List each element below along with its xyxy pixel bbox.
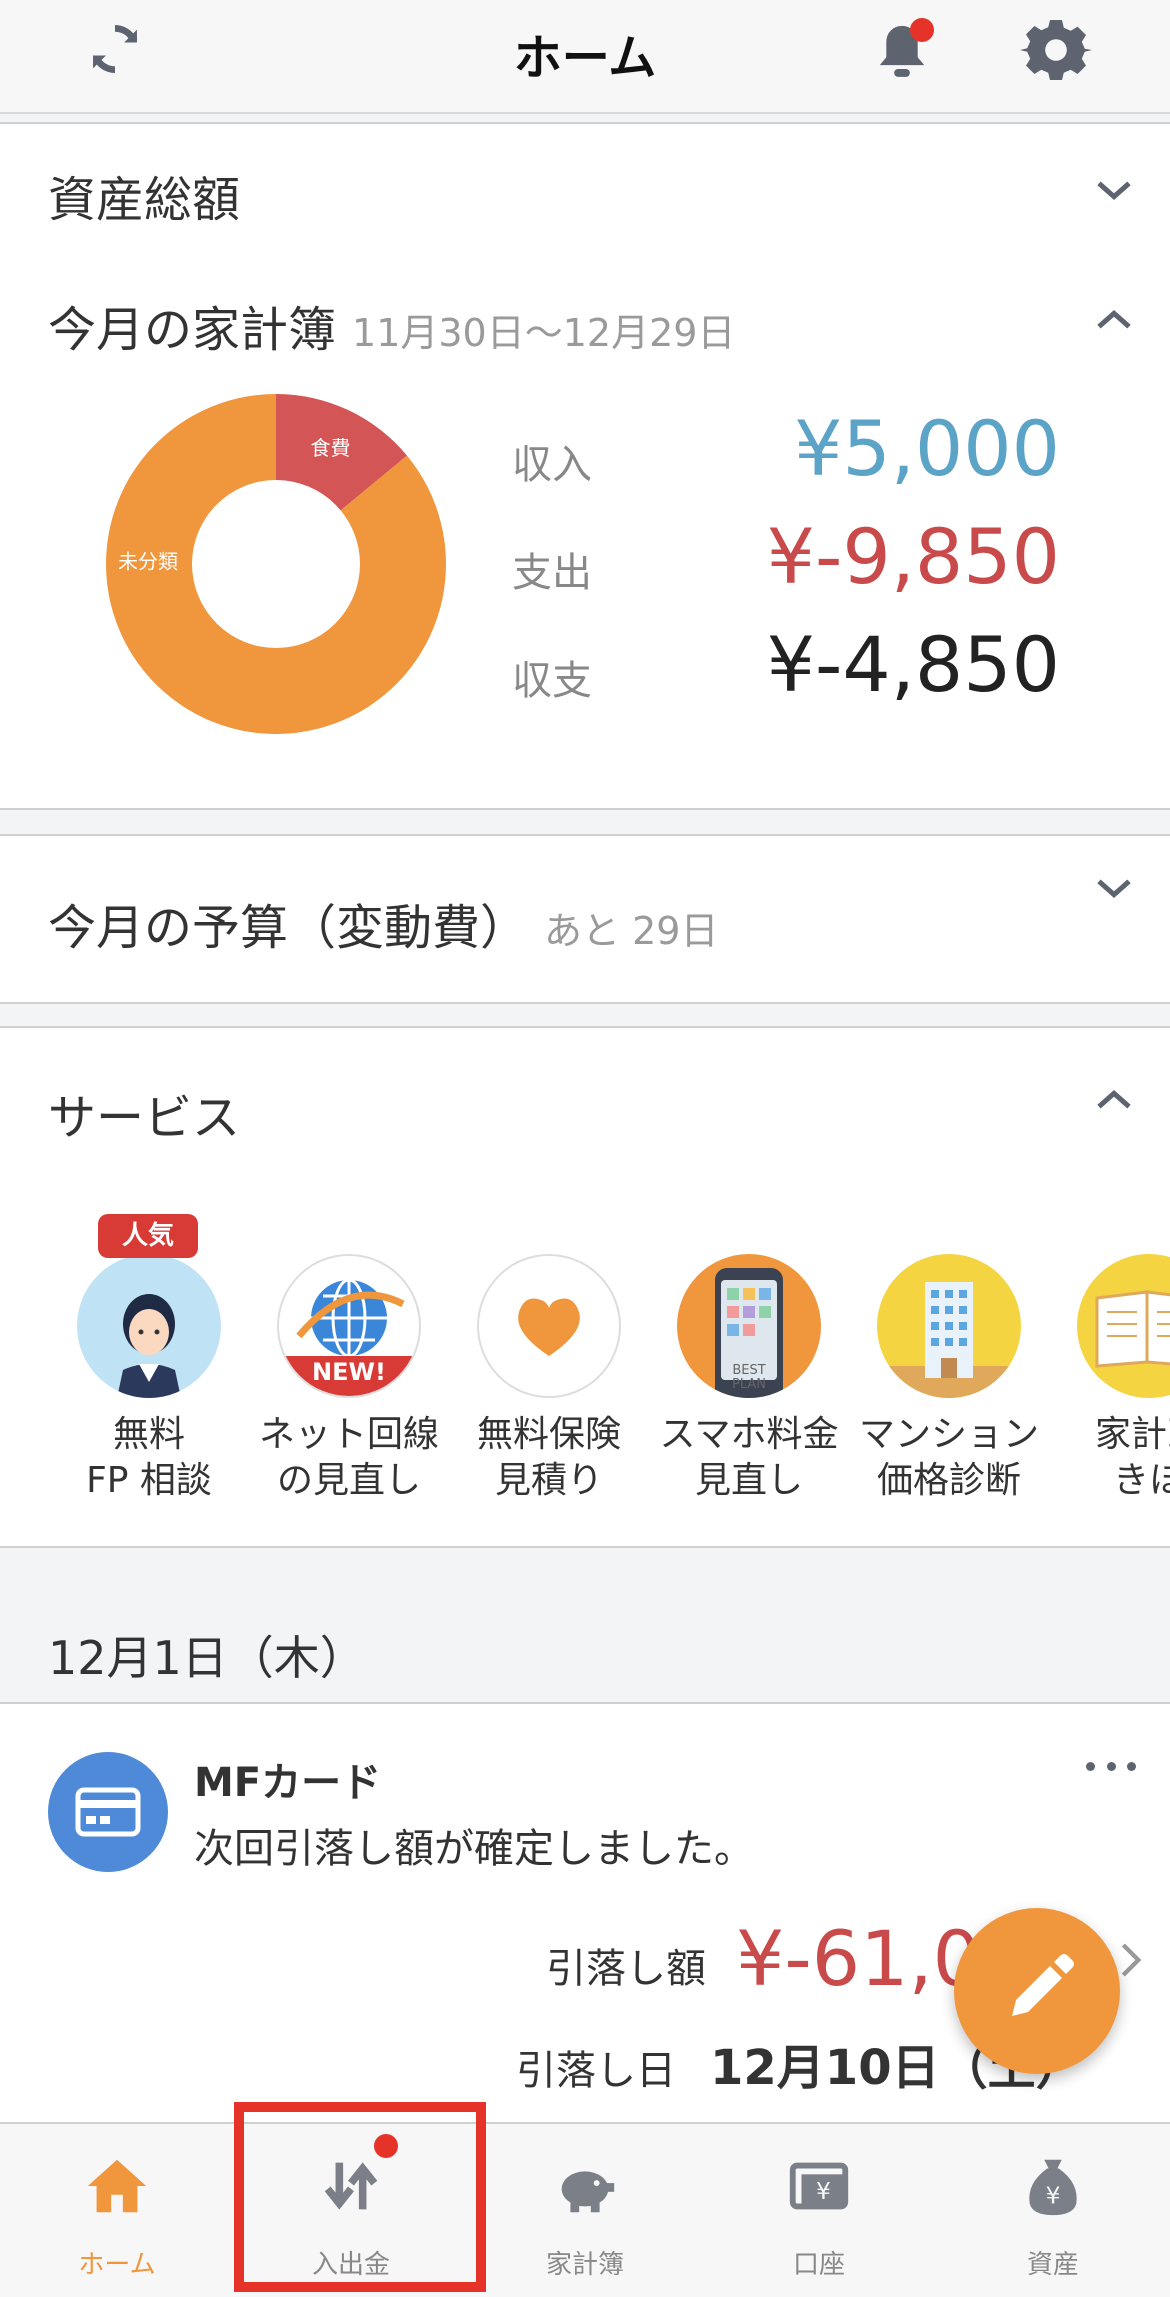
total-assets-title: 資産総額 — [48, 172, 241, 228]
donut-label-uncategorized: 未分類 — [118, 550, 178, 574]
book-icon — [1077, 1254, 1170, 1398]
income-value: ¥5,000 — [794, 404, 1060, 493]
popular-badge: 人気 — [98, 1214, 198, 1258]
page-title: ホーム — [513, 30, 657, 86]
tab-label: ホーム — [78, 2250, 156, 2280]
service-label-line1: ネット回線 — [258, 1414, 439, 1455]
pencil-icon — [1012, 1954, 1074, 2016]
heart-icon — [477, 1254, 621, 1398]
service-label-line1: 無料保険 — [476, 1414, 621, 1455]
card-message: 次回引落し額が確定しました。 — [194, 1826, 754, 1872]
chevron-down-icon[interactable] — [1094, 170, 1134, 210]
service-label-line2: きほ — [1112, 1460, 1170, 1501]
balance-value: ¥-4,850 — [766, 620, 1060, 709]
card-title: MFカード — [194, 1760, 382, 1806]
notification-bell-icon[interactable] — [862, 12, 942, 92]
services-section: サービス 人気 無料 FP 相談 NEW! ネット回線の見直し 無料保険見積り — [0, 1026, 1170, 1548]
tab-home[interactable]: ホーム — [0, 2124, 234, 2297]
donut-label-food: 食費 — [310, 436, 350, 460]
more-options-icon[interactable] — [1086, 1756, 1136, 1776]
building-icon — [877, 1254, 1021, 1398]
smartphone-icon: BEST PLAN — [677, 1254, 821, 1398]
money-bag-icon: ¥ — [1029, 2159, 1077, 2216]
service-label-line1: 家計改 — [1094, 1414, 1170, 1455]
svg-text:¥: ¥ — [1046, 2182, 1061, 2210]
service-insurance-quote[interactable]: 無料保険 見積り — [454, 1254, 644, 1504]
amount-label: 引落し額 — [546, 1946, 706, 1992]
service-fp-consult[interactable]: 人気 無料 FP 相談 — [54, 1214, 244, 1504]
withdrawal-date-label: 引落し日 — [516, 2048, 676, 2094]
household-donut-chart[interactable]: 食費 未分類 — [96, 384, 456, 744]
account-wallet-icon: ¥ — [789, 2162, 849, 2210]
piggy-bank-icon — [561, 2171, 615, 2213]
services-title: サービス — [48, 1090, 241, 1146]
service-label-line2: 見積り — [494, 1460, 603, 1501]
expense-value: ¥-9,850 — [766, 512, 1060, 601]
top-bar: ホーム — [0, 0, 1170, 114]
service-label-line2: 価格診断 — [876, 1460, 1021, 1501]
budget-title: 今月の予算（変動費） あと 29日 — [48, 888, 718, 958]
feed-date-header: 12月1日（木） — [48, 1631, 366, 1685]
household-period: 11月30日〜12月29日 — [352, 311, 736, 355]
service-label-line2: FP 相談 — [86, 1460, 212, 1501]
home-icon — [87, 2159, 147, 2213]
donut-hole — [192, 480, 360, 648]
best-plan-text: BEST PLAN — [732, 1363, 766, 1392]
balance-label: 収支 — [512, 658, 592, 704]
bottom-tab-bar: ホーム 入出金 家計簿 ¥ 口座 ¥ 資産 — [0, 2122, 1170, 2297]
budget-remaining: あと 29日 — [544, 909, 719, 953]
service-label-line1: スマホ料金 — [659, 1414, 839, 1455]
chevron-up-icon[interactable] — [1094, 300, 1134, 340]
settings-gear-icon[interactable] — [1016, 10, 1096, 90]
edit-fab-button[interactable] — [954, 1908, 1120, 2074]
service-label-line2: の見直し — [276, 1460, 421, 1501]
new-badge: NEW! — [312, 1358, 386, 1386]
tab-accounts[interactable]: ¥ 口座 — [702, 2124, 936, 2297]
service-label-line2: 見直し — [694, 1460, 803, 1501]
service-smartphone-plan[interactable]: BEST PLAN スマホ料金見直し — [654, 1254, 844, 1504]
service-label-line1: 無料 — [112, 1414, 185, 1455]
amount-value: ¥-61,0 — [736, 1914, 981, 2003]
credit-card-icon — [48, 1752, 168, 1872]
service-label-line1: マンション — [858, 1414, 1039, 1455]
notification-badge — [910, 18, 934, 42]
services-carousel[interactable]: 人気 無料 FP 相談 NEW! ネット回線の見直し 無料保険見積り BEST P… — [0, 1214, 1170, 1534]
tab-household[interactable]: 家計簿 — [468, 2124, 702, 2297]
globe-icon: NEW! — [277, 1254, 421, 1398]
total-assets-section[interactable]: 資産総額 — [0, 122, 1170, 256]
chevron-up-icon[interactable] — [1094, 1080, 1134, 1120]
highlight-box — [234, 2102, 486, 2292]
income-label: 収入 — [512, 442, 592, 488]
household-section: 今月の家計簿 11月30日〜12月29日 食費 未分類 収入 ¥5,000 支出 … — [0, 254, 1170, 810]
tab-label: 家計簿 — [545, 2250, 624, 2280]
tab-assets[interactable]: ¥ 資産 — [936, 2124, 1170, 2297]
service-internet-review[interactable]: NEW! ネット回線の見直し — [254, 1254, 444, 1504]
svg-text:¥: ¥ — [816, 2177, 831, 2205]
tab-label: 資産 — [1026, 2250, 1079, 2280]
fp-advisor-icon — [77, 1254, 221, 1398]
service-condo-appraisal[interactable]: マンション 価格診断 — [854, 1254, 1044, 1504]
expense-label: 支出 — [512, 550, 592, 596]
chevron-down-icon[interactable] — [1094, 868, 1134, 908]
household-title: 今月の家計簿 11月30日〜12月29日 — [48, 290, 735, 360]
budget-title-text: 今月の予算（変動費） — [48, 900, 529, 956]
tab-label: 口座 — [792, 2250, 845, 2280]
budget-section[interactable]: 今月の予算（変動費） あと 29日 — [0, 834, 1170, 1004]
service-budget-basics[interactable]: 家計改きほ — [1054, 1254, 1170, 1504]
household-title-text: 今月の家計簿 — [48, 302, 337, 358]
